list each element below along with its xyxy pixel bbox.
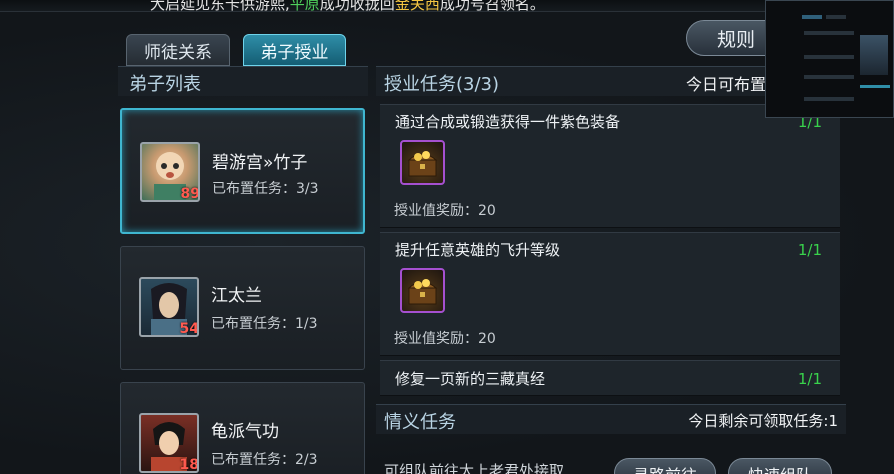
overlay-row (804, 75, 854, 79)
level-badge: 18 (179, 457, 199, 473)
treasure-chest-icon (407, 151, 438, 177)
overlay-row (804, 31, 854, 35)
level-badge: 89 (180, 186, 200, 202)
task-reward-text: 授业值奖励：20 (394, 203, 496, 219)
overlay-row (826, 15, 846, 19)
teaching-task-title: 授业任务(3/3) (384, 74, 500, 95)
top-ticker-banner: 大启延见东卡供游熙,平原成功收拢回金关西成功号召领名。 (0, 0, 894, 12)
disciple-list-header: 弟子列表 (118, 66, 368, 96)
tab-disciple-teaching[interactable]: 弟子授业 (243, 34, 346, 66)
avatar: 89 (140, 142, 200, 202)
relation-task-title: 情义任务 (384, 412, 456, 433)
overlay-character-image (860, 35, 888, 75)
task-reward-item[interactable] (400, 268, 445, 313)
task-card: 修复一页新的三藏真经 1/1 (380, 360, 840, 396)
disciple-item-guipaiqigong[interactable]: 18 龟派气功 已布置任务：2/3 (120, 382, 365, 474)
task-card: 提升任意英雄的飞升等级 1/1 授业值奖励：20 (380, 232, 840, 356)
overlay-row (804, 97, 854, 101)
today-assign-label: 今日可布置 (686, 75, 767, 94)
party-hint-text: 可组队前往太上老君处接取 (384, 462, 565, 474)
relation-remaining-count: 今日剩余可领取任务:1 (688, 412, 838, 430)
task-reward-text: 授业值奖励：20 (394, 331, 496, 347)
task-reward-item[interactable] (400, 140, 445, 185)
overlay-thumbnail[interactable] (765, 0, 894, 118)
disciple-item-zhuzi[interactable]: 89 碧游宫»竹子 已布置任务：3/3 (120, 108, 365, 234)
overlay-bar (860, 85, 890, 88)
task-progress: 1/1 (797, 370, 822, 388)
disciple-name: 碧游宫»竹子 (212, 153, 308, 173)
avatar: 54 (139, 277, 199, 337)
treasure-chest-icon (407, 279, 438, 305)
overlay-row (802, 15, 822, 19)
disciple-list-title: 弟子列表 (129, 74, 201, 95)
level-badge: 54 (179, 321, 199, 337)
disciple-name: 龟派气功 (211, 422, 279, 442)
relation-task-header: 情义任务 今日剩余可领取任务:1 (376, 404, 846, 434)
task-name: 提升任意英雄的飞升等级 (395, 241, 561, 259)
quick-team-button[interactable]: 快速组队 (728, 458, 832, 474)
disciple-item-jiangtailan[interactable]: 54 江太兰 已布置任务：1/3 (120, 246, 365, 370)
disciple-task-count: 已布置任务：2/3 (211, 452, 318, 468)
overlay-row (804, 55, 854, 59)
task-name: 通过合成或锻造获得一件紫色装备 (395, 113, 621, 131)
ticker-text: 大启延见东卡供游熙,平原成功收拢回金关西成功号召领名。 (150, 0, 545, 12)
seek-path-button[interactable]: 寻路前往 (614, 458, 716, 474)
task-card: 通过合成或锻造获得一件紫色装备 1/1 授业值奖励：20 (380, 104, 840, 228)
task-progress: 1/1 (797, 241, 822, 259)
disciple-task-count: 已布置任务：1/3 (211, 316, 318, 332)
avatar: 18 (139, 413, 199, 473)
tab-relationship[interactable]: 师徒关系 (126, 34, 230, 66)
disciple-task-count: 已布置任务：3/3 (212, 181, 319, 197)
disciple-name: 江太兰 (211, 286, 262, 306)
task-name: 修复一页新的三藏真经 (395, 370, 546, 388)
